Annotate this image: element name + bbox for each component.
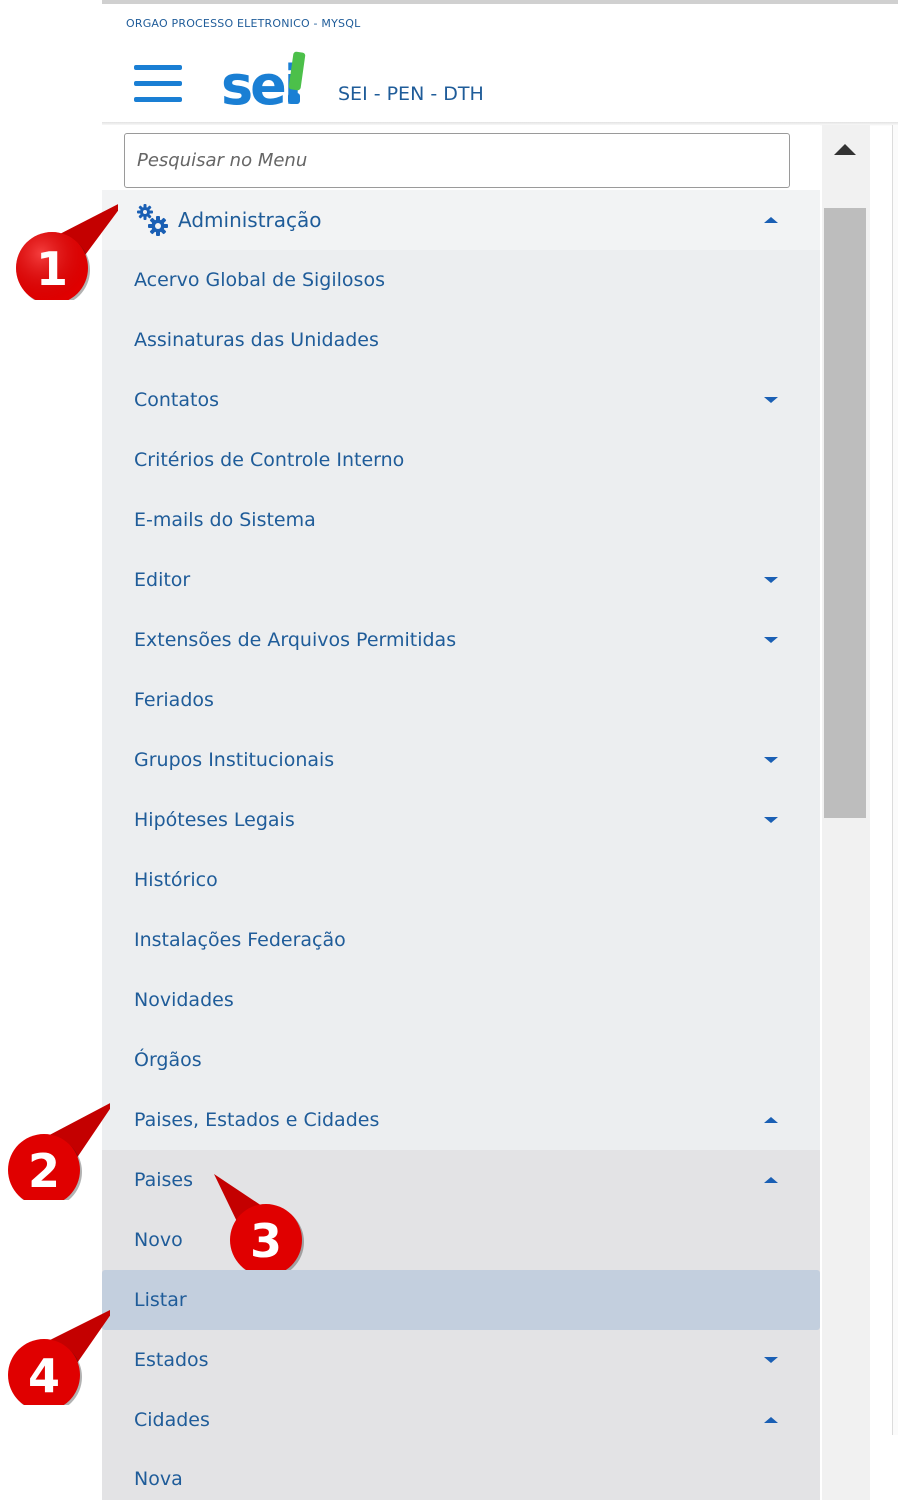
submenu-item-nova[interactable]: Nova [102,1450,820,1500]
menu-item-paises-estados-cidades[interactable]: Paises, Estados e Cidades [102,1090,820,1150]
menu-item-feriados[interactable]: Feriados [102,670,820,730]
menu-item-label: Critérios de Controle Interno [134,449,405,471]
caret-up-icon [764,1417,778,1423]
callout-number: 1 [36,242,68,296]
menu-item-label: Estados [134,1349,209,1371]
menu-item-label: Novidades [134,989,234,1011]
menu-item-criterios[interactable]: Critérios de Controle Interno [102,430,820,490]
menu-item-label: Paises [134,1169,194,1191]
menu-item-label: Instalações Federação [134,929,346,951]
scrollbar-thumb[interactable] [824,208,866,818]
callout-marker-1: 1 [16,204,118,300]
menu-item-acervo-global[interactable]: Acervo Global de Sigilosos [102,250,820,310]
menu-item-label: Hipóteses Legais [134,809,295,831]
caret-down-icon [764,397,778,403]
menu-item-grupos[interactable]: Grupos Institucionais [102,730,820,790]
menu-item-instalacoes[interactable]: Instalações Federação [102,910,820,970]
content-edge [892,125,898,1435]
menu-item-label: E-mails do Sistema [134,509,316,531]
menu-section-administracao[interactable]: Administração [102,190,820,250]
menu-item-label: Cidades [134,1409,210,1431]
menu-section-label: Administração [178,208,322,232]
callout-marker-4: 4 [8,1310,110,1405]
menu-item-novidades[interactable]: Novidades [102,970,820,1030]
menu-item-label: Nova [134,1468,183,1490]
caret-down-icon [764,1357,778,1363]
caret-up-icon [764,1177,778,1183]
menu-item-label: Assinaturas das Unidades [134,329,379,351]
menu-item-label: Paises, Estados e Cidades [134,1109,380,1131]
callout-marker-3: 3 [214,1174,304,1270]
callout-number: 4 [28,1349,60,1403]
callout-marker-2: 2 [8,1103,110,1200]
caret-down-icon [764,637,778,643]
caret-down-icon [764,817,778,823]
caret-down-icon [764,757,778,763]
menu-item-label: Órgãos [134,1049,202,1071]
system-title: SEI - PEN - DTH [338,83,484,105]
caret-up-icon [764,217,778,223]
menu-item-label: Histórico [134,869,218,891]
menu-item-label: Novo [134,1229,183,1251]
submenu-item-novo[interactable]: Novo [102,1210,820,1270]
menu-item-emails[interactable]: E-mails do Sistema [102,490,820,550]
menu-item-label: Feriados [134,689,214,711]
menu-item-label: Editor [134,569,191,591]
callout-number: 3 [250,1214,282,1268]
svg-text:sei: sei [221,54,299,110]
caret-down-icon [764,577,778,583]
menu-item-label: Acervo Global de Sigilosos [134,269,385,291]
menu-item-contatos[interactable]: Contatos [102,370,820,430]
gears-icon [137,204,168,236]
menu-item-editor[interactable]: Editor [102,550,820,610]
callout-number: 2 [28,1144,60,1198]
submenu-item-listar[interactable]: Listar [102,1270,820,1330]
submenu-item-cidades[interactable]: Cidades [102,1390,820,1450]
menu-item-label: Extensões de Arquivos Permitidas [134,629,457,651]
menu-item-hipoteses[interactable]: Hipóteses Legais [102,790,820,850]
menu-item-extensoes[interactable]: Extensões de Arquivos Permitidas [102,610,820,670]
menu-item-orgaos[interactable]: Órgãos [102,1030,820,1090]
menu-item-historico[interactable]: Histórico [102,850,820,910]
menu-item-label: Grupos Institucionais [134,749,335,771]
menu-item-label: Contatos [134,389,219,411]
menu-item-assinaturas[interactable]: Assinaturas das Unidades [102,310,820,370]
top-border [102,0,898,4]
scroll-up-arrow-icon[interactable] [834,144,856,155]
menu-item-label: Listar [134,1289,187,1311]
submenu-item-paises[interactable]: Paises [102,1150,820,1210]
org-name: ORGAO PROCESSO ELETRONICO - MYSQL [126,17,361,30]
caret-up-icon [764,1117,778,1123]
hamburger-menu-icon[interactable] [134,65,182,107]
sei-logo: sei [221,51,306,110]
submenu-item-estados[interactable]: Estados [102,1330,820,1390]
menu-search-input[interactable] [124,133,790,188]
